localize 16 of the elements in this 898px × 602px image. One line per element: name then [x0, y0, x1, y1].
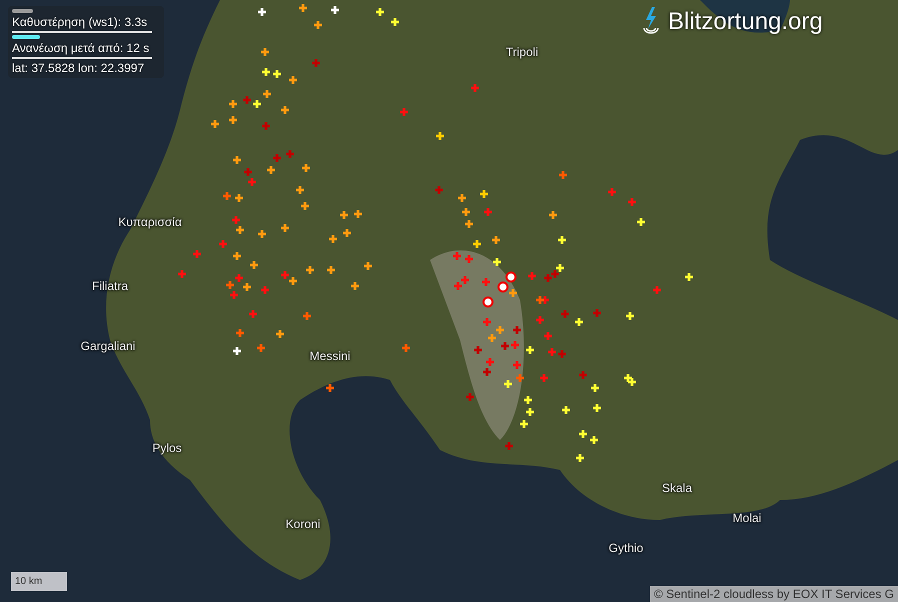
place-label: Gythio — [608, 541, 644, 555]
attribution-text: © Sentinel-2 cloudless by EOX IT Services G — [650, 586, 898, 602]
place-label: Filiatra — [92, 279, 128, 293]
place-label: Molai — [732, 511, 762, 525]
place-label: Κυπαρισσία — [118, 215, 182, 229]
logo-text[interactable]: Blitzortung.org — [668, 8, 823, 36]
place-label: Tripoli — [506, 45, 538, 59]
delay-text: Καθυστέρηση (ws1): 3.3s — [12, 15, 148, 29]
place-label: Pylos — [152, 441, 182, 455]
place-label: Koroni — [286, 517, 320, 531]
place-label: Messini — [310, 349, 350, 363]
place-label: Gargaliani — [80, 339, 136, 353]
coordinates-text: lat: 37.5828 lon: 22.3997 — [12, 61, 146, 75]
refresh-text: Ανανέωση μετά από: 12 s — [12, 41, 150, 55]
place-label: Skala — [662, 481, 692, 495]
scale-bar: 10 km — [11, 572, 67, 591]
